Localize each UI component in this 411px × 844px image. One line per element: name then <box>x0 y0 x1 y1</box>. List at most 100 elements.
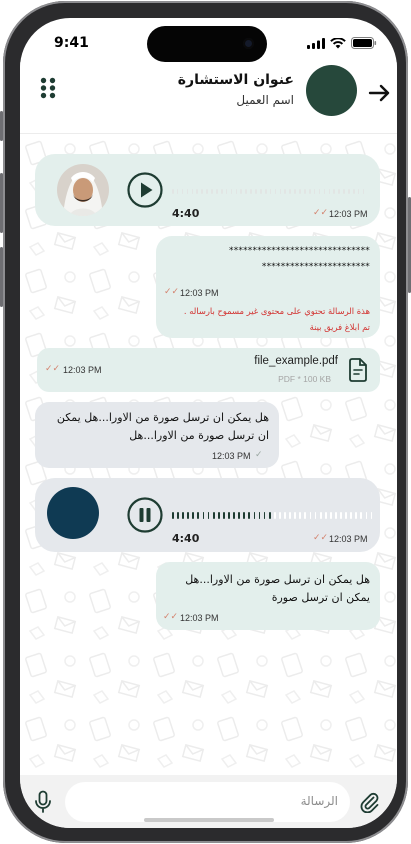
waveform-bar <box>278 511 281 519</box>
waveform-bar <box>299 511 302 519</box>
waveform-bar <box>294 511 297 519</box>
text-message[interactable]: هل يمكن ان ترسل صورة من الاورا...هل يمكن… <box>156 562 380 630</box>
waveform[interactable]: (function(){var s=document.currentScript… <box>172 511 377 519</box>
waveform-bar <box>333 188 335 194</box>
voice-message[interactable]: (function(){var s=document.currentScript… <box>35 478 380 552</box>
waveform-bar <box>274 188 277 194</box>
message-time: 12:03 PM <box>329 209 368 219</box>
message-time: 12:03 PM <box>329 534 368 544</box>
waveform-bar <box>235 188 238 194</box>
waveform-bar <box>284 511 286 519</box>
waveform-bar <box>248 511 251 519</box>
waveform-bar <box>186 188 189 194</box>
message-list[interactable]: (function(){var s=document.currentScript… <box>20 135 397 775</box>
sender-photo <box>57 164 109 216</box>
waveform-bar <box>289 511 291 519</box>
message-input-placeholder: الرسالة <box>300 794 338 808</box>
waveform-bar <box>299 188 301 194</box>
volume-up-button <box>0 173 3 233</box>
message-time: 12:03 PM <box>180 288 219 298</box>
battery-icon <box>351 37 377 49</box>
waveform-bar <box>233 511 235 519</box>
waveform-bar <box>238 511 241 519</box>
consultant-avatar[interactable] <box>306 65 357 116</box>
signal-icon <box>307 37 325 49</box>
waveform-bar <box>250 188 252 194</box>
waveform-bar <box>216 188 218 194</box>
waveform-bar <box>243 511 246 519</box>
read-ticks-icon: ✓✓ <box>45 364 61 374</box>
waveform-bar <box>172 188 174 194</box>
play-icon[interactable] <box>127 172 163 208</box>
waveform-bar <box>172 511 174 519</box>
waveform-bar <box>329 511 332 519</box>
waveform-bar <box>318 188 321 194</box>
waveform-bar <box>340 511 342 519</box>
message-input[interactable]: الرسالة <box>65 782 350 822</box>
waveform-bar <box>309 511 312 519</box>
waveform-bar <box>355 511 358 519</box>
waveform-bar <box>314 511 317 519</box>
consultation-title: عنوان الاستشارة <box>177 72 294 88</box>
screen: 9:41 عنوان الاستشارة اسم العميل 4:40 12:… <box>20 18 397 828</box>
waveform-bar <box>357 188 360 194</box>
waveform-bar <box>253 511 256 519</box>
waveform-bar <box>211 188 213 194</box>
waveform-bar <box>273 511 276 519</box>
waveform-bar <box>365 511 368 519</box>
microphone-icon[interactable] <box>34 790 52 814</box>
home-indicator[interactable] <box>144 818 274 822</box>
client-name: اسم العميل <box>236 93 294 107</box>
waveform-bar <box>294 188 296 194</box>
file-message[interactable]: ✓✓ 12:03 PM file_example.pdf PDF * 100 K… <box>37 348 380 392</box>
waveform-bar <box>258 511 261 519</box>
file-meta: PDF * 100 KB <box>278 374 331 384</box>
waveform-bar <box>206 188 208 194</box>
waveform-bar <box>343 188 345 194</box>
waveform-bar <box>197 511 200 519</box>
message-time: 12:03 PM <box>180 613 219 623</box>
waveform-bar <box>345 511 347 519</box>
read-ticks-icon: ✓✓ <box>164 287 180 297</box>
voice-duration: 4:40 <box>172 207 200 220</box>
read-ticks-icon: ✓✓ <box>313 208 329 218</box>
waveform-bar <box>308 188 311 194</box>
masked-text-line: ****************************** <box>229 246 370 256</box>
pause-icon[interactable] <box>127 497 163 533</box>
voice-message[interactable]: (function(){var s=document.currentScript… <box>35 154 380 226</box>
flagged-message[interactable]: ****************************** *********… <box>156 236 380 338</box>
read-ticks-icon: ✓ <box>255 450 263 460</box>
message-text: هل يمكن ان ترسل صورة من الاورا...هل يمكن <box>56 411 269 424</box>
waveform[interactable]: (function(){var s=document.currentScript… <box>172 188 377 194</box>
dots-grid-icon[interactable] <box>40 77 56 99</box>
file-name: file_example.pdf <box>254 355 338 367</box>
waveform-bar <box>284 188 287 194</box>
sender-avatar <box>47 487 99 539</box>
waveform-bar <box>370 511 373 519</box>
status-time: 9:41 <box>54 35 89 51</box>
waveform-bar <box>279 188 282 194</box>
waveform-bar <box>304 511 307 519</box>
message-time: 12:03 PM <box>212 451 251 461</box>
action-button <box>0 111 3 141</box>
waveform-bar <box>260 188 262 194</box>
arrow-right-icon[interactable] <box>365 79 393 107</box>
text-message[interactable]: هل يمكن ان ترسل صورة من الاورا...هل يمكن… <box>35 402 279 468</box>
waveform-bar <box>335 511 337 519</box>
warning-text: تم ابلاغ فريق بينة <box>309 322 370 332</box>
waveform-bar <box>360 511 363 519</box>
waveform-bar <box>225 188 228 194</box>
waveform-bar <box>324 511 327 519</box>
waveform-bar <box>177 511 179 519</box>
waveform-bar <box>348 188 350 194</box>
waveform-bar <box>362 188 365 194</box>
waveform-bar <box>191 188 194 194</box>
waveform-bar <box>207 511 210 519</box>
waveform-bar <box>268 511 271 519</box>
waveform-bar <box>217 511 220 519</box>
message-text: يمكن ان ترسل صورة <box>271 591 370 604</box>
paperclip-icon[interactable] <box>359 791 381 813</box>
waveform-bar <box>263 511 266 519</box>
waveform-bar <box>350 511 353 519</box>
message-text: هل يمكن ان ترسل صورة من الاورا...هل <box>185 573 370 586</box>
